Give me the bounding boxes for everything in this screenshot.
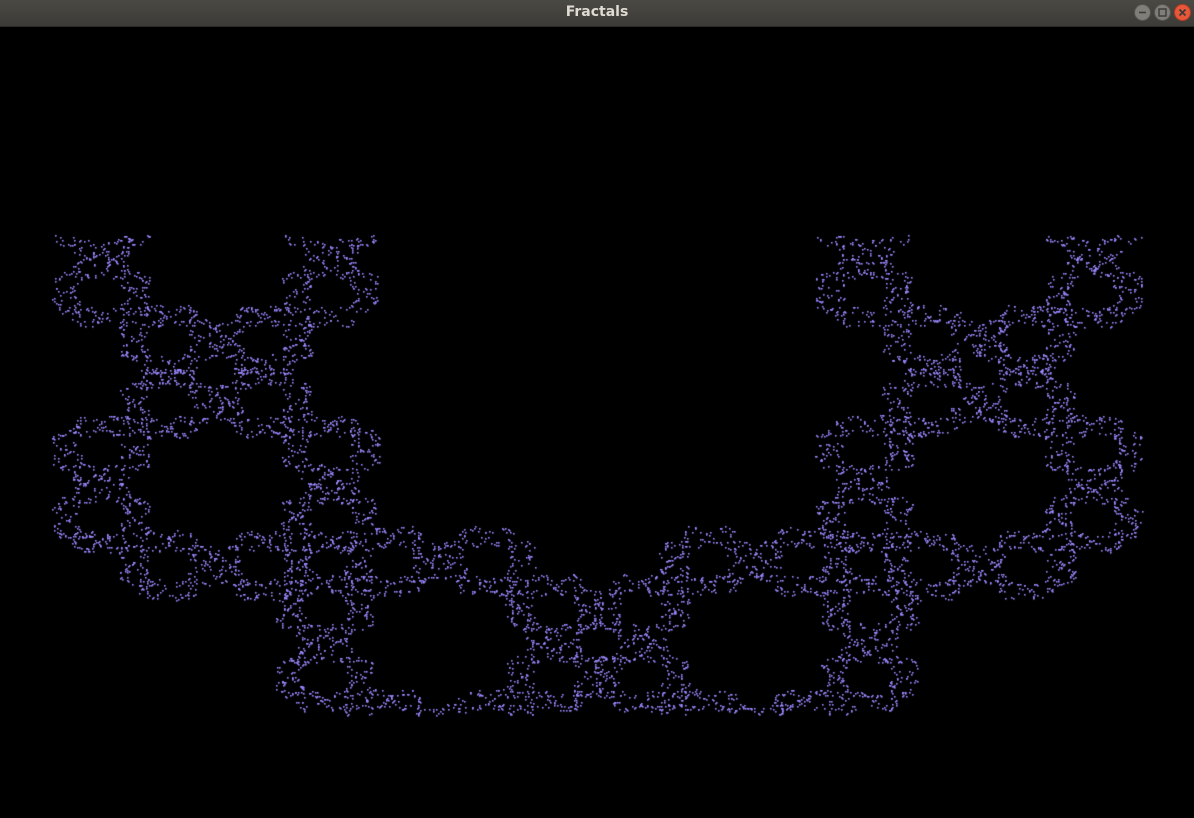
minimize-icon [1139,11,1146,14]
close-icon [1178,8,1187,17]
fractal-canvas[interactable] [0,27,1194,818]
maximize-icon [1158,8,1167,17]
fractal-canvas-area[interactable] [0,27,1194,818]
maximize-button[interactable] [1154,4,1171,21]
close-button[interactable] [1174,4,1191,21]
app-window: Fractals [0,0,1194,818]
title-bar[interactable]: Fractals [0,0,1194,27]
minimize-button[interactable] [1134,4,1151,21]
window-title: Fractals [565,4,629,20]
